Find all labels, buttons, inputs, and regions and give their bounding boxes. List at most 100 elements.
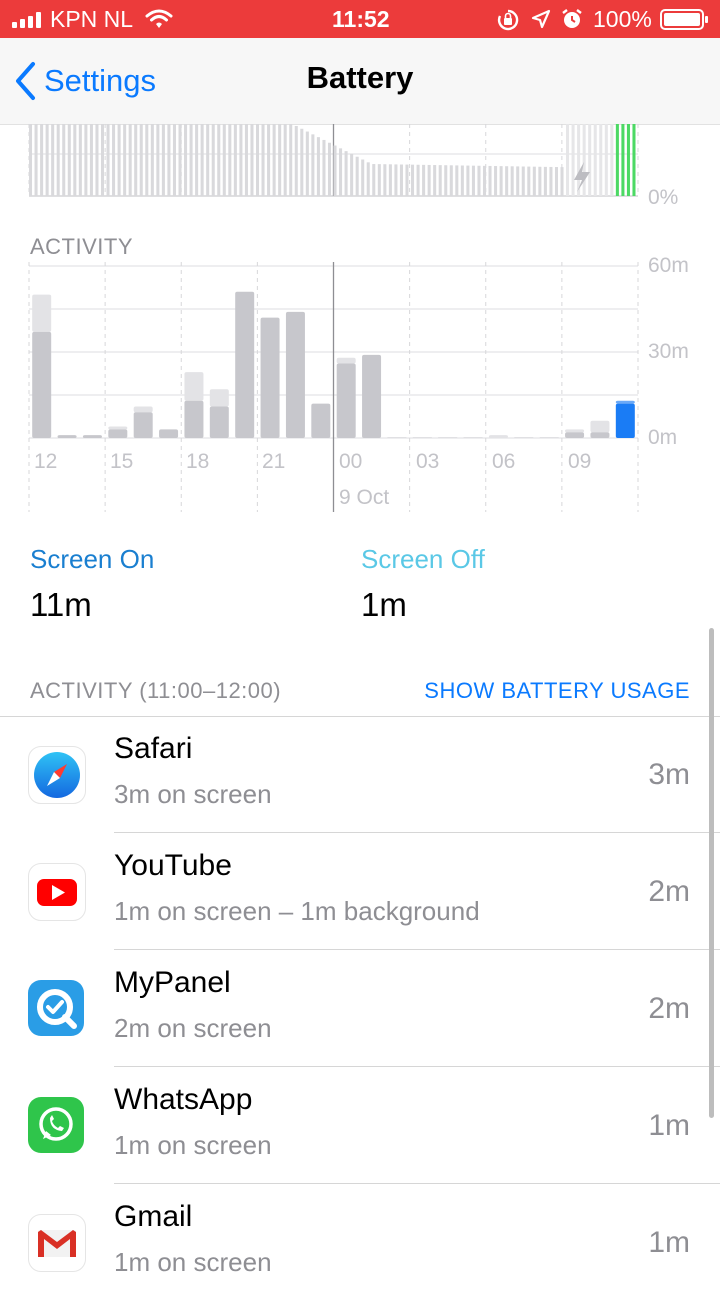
battery-level-bar <box>554 167 558 196</box>
battery-level-bar <box>566 124 570 196</box>
activity-bar-screen-on <box>362 354 382 438</box>
battery-level-bar <box>211 124 215 196</box>
battery-level-bar <box>366 162 370 196</box>
battery-level-bar <box>195 124 199 196</box>
activity-chart <box>28 262 639 512</box>
mypanel-icon <box>28 980 84 1036</box>
battery-level-bar <box>411 164 415 196</box>
battery-level-bar <box>95 124 99 196</box>
screen-on-value: 11m <box>30 586 92 623</box>
activity-bar-screen-on <box>285 311 305 438</box>
wifi-icon <box>145 9 173 28</box>
battery-level-bar <box>189 124 193 196</box>
battery-level-bar <box>289 124 293 196</box>
battery-level-bar <box>427 164 431 196</box>
activity-bar-screen-on <box>32 331 52 438</box>
app-detail: 1m on screen <box>114 1130 272 1160</box>
battery-level-bar <box>339 148 343 196</box>
battery-level-bar <box>172 124 176 196</box>
battery-level-bar <box>200 124 204 196</box>
screen-off-label: Screen Off <box>361 544 485 574</box>
battery-level-bar <box>394 164 398 196</box>
carrier-label: KPN NL <box>50 6 134 32</box>
battery-level-bar <box>416 164 420 196</box>
y-tick-label: 30m <box>648 340 689 363</box>
battery-level-bar <box>333 145 337 196</box>
battery-level-bar <box>34 124 38 196</box>
x-tick-label: 09 <box>568 450 592 473</box>
battery-level-bar <box>626 124 630 196</box>
status-bar: KPN NL 11:52 100% <box>0 0 720 38</box>
activity-bar-screen-on <box>133 412 153 438</box>
battery-level-bar <box>228 124 232 196</box>
activity-list-header: ACTIVITY (11:00–12:00) SHOW BATTERY USAG… <box>0 660 720 717</box>
battery-level-bar <box>405 164 409 196</box>
battery-level-bar <box>383 164 387 196</box>
app-row-gmail[interactable]: Gmail 1m on screen 1m <box>0 1184 720 1301</box>
battery-level-bar <box>156 124 160 196</box>
battery-level-bar <box>89 124 93 196</box>
battery-level-bar <box>455 165 459 196</box>
battery-level-bar <box>543 166 547 196</box>
battery-level-bar <box>505 166 509 196</box>
charging-bolt-icon <box>574 162 590 192</box>
battery-level-bar <box>128 124 132 196</box>
battery-level-bar <box>477 165 481 196</box>
battery-level-bar <box>499 166 503 196</box>
battery-level-bar <box>527 166 531 196</box>
battery-level-bar <box>112 124 116 196</box>
battery-level-bar <box>516 166 520 196</box>
activity-bar-empty <box>514 437 534 438</box>
battery-level-bar <box>267 124 271 196</box>
activity-bar-empty <box>387 437 407 438</box>
battery-level-bar <box>438 165 442 196</box>
scroll-indicator[interactable] <box>709 628 714 1118</box>
app-name: YouTube <box>114 849 232 882</box>
battery-level-chart: 0% <box>0 124 720 224</box>
y-tick-label: 60m <box>648 254 689 277</box>
battery-level-bar <box>599 124 603 196</box>
app-row-whatsapp[interactable]: WhatsApp 1m on screen 1m <box>0 1067 720 1184</box>
location-icon <box>531 9 551 29</box>
battery-level-bar <box>300 128 304 196</box>
battery-level-bar <box>255 124 260 196</box>
battery-level-bar <box>433 165 437 196</box>
activity-bar-empty <box>463 437 483 438</box>
battery-level-bar <box>117 124 121 196</box>
battery-level-bar <box>123 124 127 196</box>
activity-bar-screen-off <box>565 429 585 433</box>
battery-level-bar <box>632 124 636 196</box>
activity-bar-screen-on <box>159 429 179 438</box>
battery-level-bar <box>372 164 376 196</box>
battery-level-bar <box>488 165 492 196</box>
activity-bar-screen-off <box>615 400 635 404</box>
activity-bar-screen-on <box>336 363 356 438</box>
battery-level-bar <box>84 124 88 196</box>
battery-level-bar <box>510 166 514 196</box>
safari-icon <box>28 746 86 804</box>
activity-bar-screen-on <box>590 432 610 438</box>
status-time: 11:52 <box>332 6 390 32</box>
navigation-bar: Settings Battery <box>0 38 720 125</box>
x-tick-label: 21 <box>262 450 286 473</box>
x-tick-label: 15 <box>110 450 134 473</box>
activity-bar-screen-on <box>209 406 229 438</box>
activity-bar-screen-on <box>108 429 128 438</box>
app-row-mypanel[interactable]: MyPanel 2m on screen 2m <box>0 950 720 1067</box>
app-row-safari[interactable]: Safari 3m on screen 3m <box>0 716 720 833</box>
battery-level-bar <box>73 124 77 196</box>
app-row-youtube[interactable]: YouTube 1m on screen – 1m background 2m <box>0 833 720 950</box>
battery-level-bar <box>322 139 326 196</box>
battery-level-bar <box>350 153 354 196</box>
alarm-icon <box>562 9 582 28</box>
show-battery-usage-button[interactable]: SHOW BATTERY USAGE <box>424 678 690 704</box>
battery-level-bar <box>106 124 110 196</box>
rotation-lock-icon <box>497 9 519 31</box>
youtube-icon <box>28 863 86 921</box>
app-time: 3m <box>648 758 690 791</box>
battery-level-bar <box>184 124 188 196</box>
activity-bar-screen-on <box>184 400 204 438</box>
activity-bar-screen-on <box>82 435 102 438</box>
activity-bar-screen-on <box>235 291 255 438</box>
app-name: Gmail <box>114 1200 193 1233</box>
